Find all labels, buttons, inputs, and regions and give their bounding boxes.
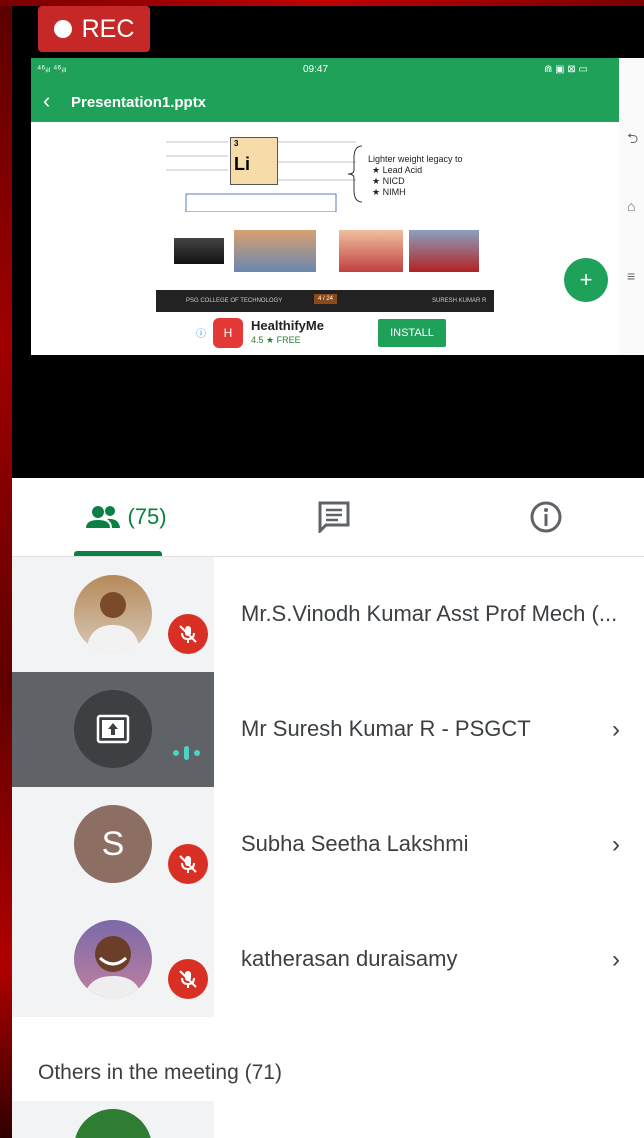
shared-app-title: Presentation1.pptx <box>71 94 207 111</box>
shared-nav-buttons: ⮌ ⌂ ≡ <box>619 58 644 355</box>
status-icons: ⋒ ▣ ⊠ ▭ <box>544 64 588 75</box>
shared-screen[interactable]: ⁴⁶ᵢₗₗ ⁴⁶ᵢₗₗ 09:47 ⋒ ▣ ⊠ ▭ ‹ Presentation… <box>31 58 644 355</box>
install-button[interactable]: INSTALL <box>378 319 446 347</box>
participant-row-presenting[interactable]: Mr Suresh Kumar R - PSGCT › <box>12 672 644 787</box>
chevron-right-icon[interactable]: › <box>612 831 620 859</box>
participant-name: Subha Seetha Lakshmi <box>241 831 469 856</box>
legacy-item: ★ NICD <box>372 176 405 186</box>
slide-image-heart <box>339 230 403 272</box>
participant-row-partial[interactable] <box>12 1101 214 1138</box>
tab-info[interactable] <box>524 478 568 556</box>
avatar <box>74 1109 152 1138</box>
recording-label: REC <box>81 14 135 43</box>
presenting-avatar <box>74 690 152 768</box>
participant-avatar-area <box>12 902 214 1017</box>
shared-statusbar: ⁴⁶ᵢₗₗ ⁴⁶ᵢₗₗ 09:47 ⋒ ▣ ⊠ ▭ <box>31 58 619 82</box>
avatar: S <box>74 805 152 883</box>
speaking-icon <box>172 745 204 766</box>
tab-chat[interactable] <box>312 478 356 556</box>
participant-name: Mr.S.Vinodh Kumar Asst Prof Mech (... <box>241 601 618 626</box>
ad-app-name: HealthifyMe <box>251 318 324 333</box>
ad-info-icon[interactable]: ⓘ <box>196 325 206 340</box>
slide-image-plane <box>234 230 316 272</box>
slide-footer-left: PSG COLLEGE OF TECHNOLOGY <box>186 298 283 304</box>
slide-image-battery <box>174 238 224 264</box>
nav-back-icon: ⮌ <box>627 130 639 146</box>
record-dot-icon <box>53 20 72 38</box>
avatar-photo <box>86 592 140 653</box>
ad-rating: 4.5 ★ FREE <box>251 335 301 345</box>
participant-row[interactable]: katherasan duraisamy › <box>12 902 644 1017</box>
participant-avatar-area <box>12 672 214 787</box>
legacy-title: Lighter weight legacy to <box>368 154 463 164</box>
participant-name: katherasan duraisamy <box>241 946 458 971</box>
chat-icon <box>318 501 350 533</box>
nav-menu-icon: ≡ <box>627 268 636 284</box>
tab-people-indicator <box>74 551 162 556</box>
slide-footer-right: SURESH KUMAR R <box>432 298 487 304</box>
slide-diagram-lines <box>166 141 356 212</box>
chevron-right-icon[interactable]: › <box>612 716 620 744</box>
slide-footer-page: 4 / 24 <box>314 294 338 304</box>
shared-app-bar: ‹ Presentation1.pptx <box>31 82 619 122</box>
others-section-heading: Others in the meeting (71) <box>38 1061 282 1084</box>
background-frame <box>0 0 12 1138</box>
chevron-right-icon[interactable]: › <box>612 946 620 974</box>
mic-off-icon <box>168 959 208 999</box>
signal-text: ⁴⁶ᵢₗₗ ⁴⁶ᵢₗₗ <box>37 64 67 75</box>
add-fab-button[interactable]: + <box>564 258 608 302</box>
slide-brace <box>347 145 363 203</box>
tab-people[interactable]: (75) <box>74 478 178 556</box>
people-icon <box>86 506 121 528</box>
info-icon <box>530 501 562 533</box>
status-time: 09:47 <box>303 64 329 75</box>
avatar-photo <box>84 936 142 998</box>
mic-off-icon <box>168 844 208 884</box>
back-arrow-icon: ‹ <box>43 88 51 113</box>
slide-footer: PSG COLLEGE OF TECHNOLOGY 4 / 24 SURESH … <box>156 290 494 312</box>
participant-avatar-area: S <box>12 787 214 902</box>
present-screen-icon <box>96 714 130 744</box>
presentation-slide: 3 Li Lighter weight legacy to ★ Lead Aci… <box>156 122 494 312</box>
healthifyme-logo-icon: H <box>213 318 243 348</box>
participant-avatar-area <box>12 557 214 672</box>
slide-legacy-list: Lighter weight legacy to ★ Lead Acid ★ N… <box>368 154 463 198</box>
avatar <box>74 575 152 653</box>
participant-name: Mr Suresh Kumar R - PSGCT <box>241 716 531 741</box>
participant-row[interactable]: Mr.S.Vinodh Kumar Asst Prof Mech (... <box>12 557 644 672</box>
mic-off-icon <box>168 614 208 654</box>
recording-badge: REC <box>38 6 150 52</box>
panel-tabs: (75) <box>12 478 644 557</box>
meeting-panel: (75) Mr.S.Vinodh Kumar Asst Prof Mech (.… <box>12 478 644 1138</box>
legacy-item: ★ NIMH <box>372 187 406 197</box>
legacy-item: ★ Lead Acid <box>372 165 423 175</box>
avatar <box>74 920 152 998</box>
slide-image-car <box>409 230 479 272</box>
nav-home-icon: ⌂ <box>627 198 636 214</box>
ad-banner[interactable]: ⓘ H HealthifyMe 4.5 ★ FREE INSTALL <box>31 313 619 355</box>
people-count: (75) <box>127 504 167 529</box>
participant-row[interactable]: S Subha Seetha Lakshmi › <box>12 787 644 902</box>
